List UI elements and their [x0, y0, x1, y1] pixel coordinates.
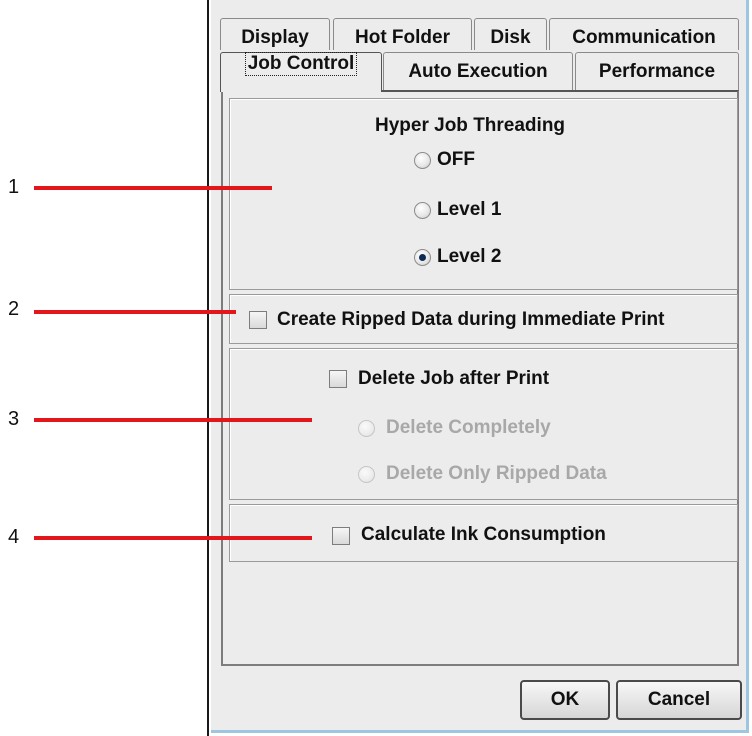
- calculate-ink-label: Calculate Ink Consumption: [361, 524, 606, 545]
- callout-line-4: [34, 536, 312, 540]
- radio-delete-ripped-data[interactable]: [358, 466, 375, 483]
- radio-level-1[interactable]: [414, 202, 431, 219]
- hyper-job-threading-title: Hyper Job Threading: [375, 115, 566, 136]
- radio-level-2-label: Level 2: [437, 246, 502, 267]
- delete-job-checkbox[interactable]: [329, 370, 347, 388]
- ok-button[interactable]: OK: [520, 680, 610, 720]
- cancel-button[interactable]: Cancel: [616, 680, 742, 720]
- tab-performance[interactable]: Performance: [575, 52, 739, 90]
- tab-disk[interactable]: Disk: [474, 18, 547, 50]
- radio-delete-completely[interactable]: [358, 420, 375, 437]
- callout-number-4: 4: [8, 526, 20, 548]
- callout-number-1: 1: [8, 176, 20, 198]
- callout-number-3: 3: [8, 408, 20, 430]
- radio-selected-dot: [419, 254, 426, 261]
- tab-communication[interactable]: Communication: [549, 18, 739, 50]
- create-ripped-data-checkbox[interactable]: [249, 311, 267, 329]
- tab-display[interactable]: Display: [220, 18, 330, 50]
- create-ripped-data-label: Create Ripped Data during Immediate Prin…: [277, 309, 665, 330]
- left-edge-line: [207, 0, 209, 736]
- callout-line-1: [34, 186, 272, 190]
- radio-off-label: OFF: [437, 149, 475, 170]
- callout-number-2: 2: [8, 298, 20, 320]
- radio-delete-ripped-data-label: Delete Only Ripped Data: [386, 463, 607, 484]
- tab-performance-label: Performance: [598, 61, 716, 82]
- callout-line-2: [34, 310, 236, 314]
- radio-level-2[interactable]: [414, 249, 431, 266]
- tab-auto-execution[interactable]: Auto Execution: [383, 52, 573, 90]
- tab-auto-execution-label: Auto Execution: [408, 61, 548, 82]
- tab-hot-folder[interactable]: Hot Folder: [333, 18, 472, 50]
- callout-line-3: [34, 418, 312, 422]
- radio-off[interactable]: [414, 152, 431, 169]
- tab-job-control[interactable]: Job Control: [220, 52, 382, 92]
- radio-level-1-label: Level 1: [437, 199, 502, 220]
- radio-delete-completely-label: Delete Completely: [386, 417, 551, 438]
- calculate-ink-checkbox[interactable]: [332, 527, 350, 545]
- tab-job-control-label: Job Control: [244, 52, 358, 76]
- delete-job-label: Delete Job after Print: [358, 368, 550, 389]
